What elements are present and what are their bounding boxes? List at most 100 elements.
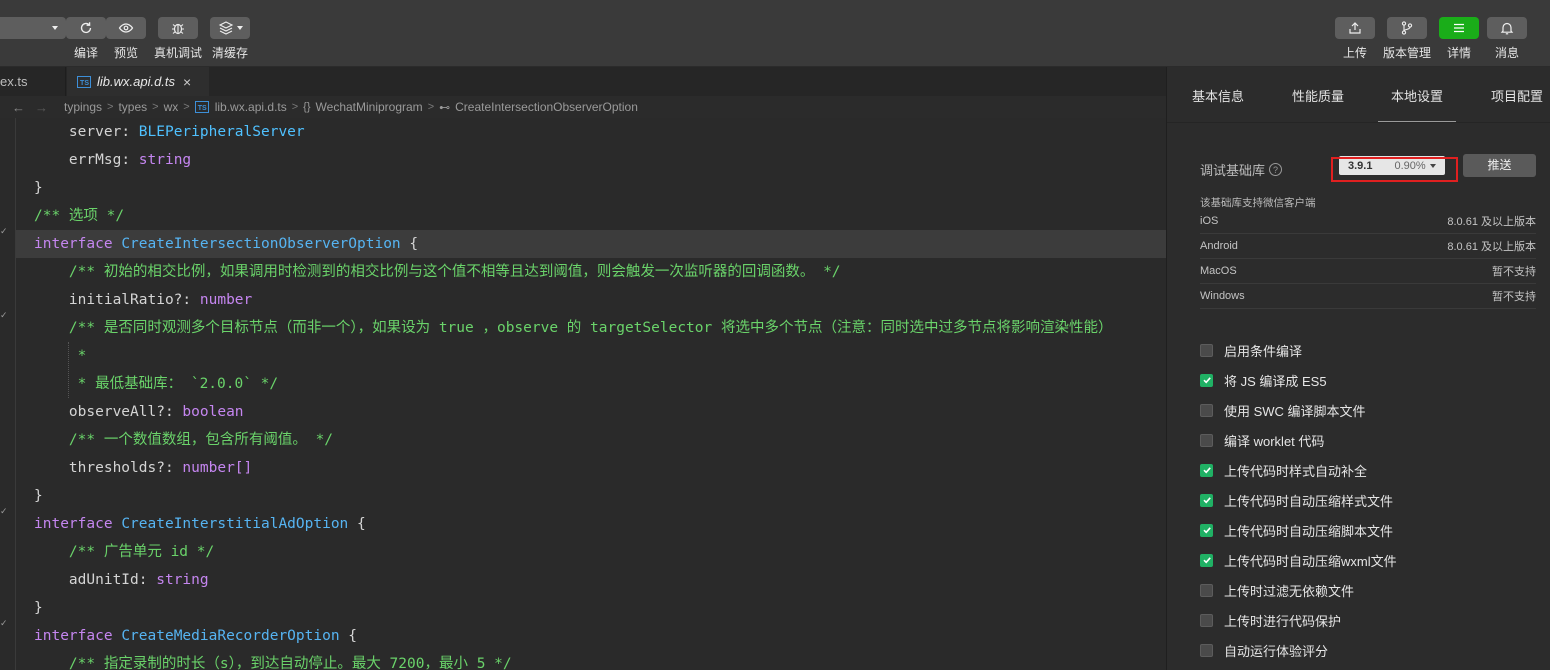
code-line[interactable]: /** 一个数值数组，包含所有阈值。 */ <box>16 426 1166 454</box>
check-icon <box>1202 497 1211 504</box>
code-line[interactable]: interface CreateIntersectionObserverOpti… <box>16 230 1166 258</box>
messages-label: 消息 <box>1494 46 1519 60</box>
upload-button[interactable] <box>1335 17 1375 39</box>
code-line[interactable]: /** 是否同时观测多个目标节点（而非一个），如果设为 true ，observ… <box>16 314 1166 342</box>
upload-label: 上传 <box>1342 46 1367 60</box>
preview-button[interactable] <box>106 17 146 39</box>
code-line[interactable]: interface CreateMediaRecorderOption { <box>16 622 1166 650</box>
code-editor[interactable]: ✓ ✓ ✓ ✓ server: BLEPeripheralServer errM… <box>0 118 1166 670</box>
details-button[interactable] <box>1439 17 1479 39</box>
clear-cache-label: 清缓存 <box>211 46 248 60</box>
version-manage-button[interactable] <box>1387 17 1427 39</box>
chevron-down-icon <box>52 26 58 30</box>
messages-button[interactable] <box>1487 17 1527 39</box>
tab-project-config[interactable]: 项目配置 <box>1491 67 1543 122</box>
version-manage-label: 版本管理 <box>1382 46 1431 60</box>
code-line[interactable]: } <box>16 594 1166 622</box>
checkbox-checked[interactable] <box>1200 373 1213 387</box>
code-line[interactable]: } <box>16 174 1166 202</box>
chevron-right-icon: > <box>107 101 114 113</box>
help-icon[interactable]: ? <box>1269 163 1283 176</box>
close-icon[interactable]: × <box>183 74 191 90</box>
option-label: 将 JS 编译成 ES5 <box>1224 373 1327 389</box>
code-line[interactable]: observeAll?: boolean <box>16 398 1166 426</box>
checkbox-unchecked[interactable] <box>1200 643 1213 657</box>
chevron-right-icon: > <box>152 101 159 113</box>
breadcrumb-item[interactable]: wx <box>164 100 179 114</box>
checkbox-unchecked[interactable] <box>1200 583 1213 597</box>
code-line[interactable]: /** 选项 */ <box>16 202 1166 230</box>
back-arrow-icon[interactable]: ← <box>12 100 25 115</box>
layers-icon <box>218 21 233 35</box>
checkbox-unchecked[interactable] <box>1200 403 1213 417</box>
bell-icon <box>1500 22 1514 35</box>
code-line[interactable]: thresholds?: number[] <box>16 454 1166 482</box>
code-line[interactable]: /** 广告单元 id */ <box>16 538 1166 566</box>
option-row[interactable]: 自动运行体验评分 <box>1200 641 1328 659</box>
breadcrumb-item[interactable]: lib.wx.api.d.ts <box>215 100 287 114</box>
checkbox-unchecked[interactable] <box>1200 343 1213 357</box>
checkbox-unchecked[interactable] <box>1200 433 1213 447</box>
interface-icon: ⊷ <box>439 101 451 114</box>
code-line[interactable]: * <box>16 342 1166 370</box>
eye-icon <box>118 23 134 33</box>
forward-arrow-icon[interactable]: → <box>35 100 48 115</box>
code-line[interactable]: } <box>16 482 1166 510</box>
chevron-right-icon: > <box>291 101 299 113</box>
code-line[interactable]: server: BLEPeripheralServer <box>16 118 1166 146</box>
branch-icon <box>1401 21 1413 35</box>
breadcrumb-item[interactable]: types <box>118 100 147 114</box>
option-row[interactable]: 上传代码时自动压缩脚本文件 <box>1200 521 1393 539</box>
code-line[interactable]: interface CreateInterstitialAdOption { <box>16 510 1166 538</box>
breadcrumb-item[interactable]: WechatMiniprogram <box>316 100 423 114</box>
support-row: iOS 8.0.61 及以上版本 <box>1200 209 1536 234</box>
fold-icon[interactable]: ✓ <box>0 310 8 321</box>
support-value: 8.0.61 及以上版本 <box>1447 216 1536 228</box>
option-row[interactable]: 上传代码时自动压缩样式文件 <box>1200 491 1393 509</box>
option-row[interactable]: 启用条件编译 <box>1200 341 1302 359</box>
option-row[interactable]: 将 JS 编译成 ES5 <box>1200 371 1327 389</box>
debug-lib-text: 调试基础库 <box>1200 163 1266 178</box>
fold-icon[interactable]: ✓ <box>0 506 8 517</box>
checkbox-checked[interactable] <box>1200 493 1213 507</box>
push-button[interactable]: 推送 <box>1463 154 1536 177</box>
code-line[interactable]: /** 初始的相交比例，如果调用时检测到的相交比例与这个值不相等且达到阈值，则会… <box>16 258 1166 286</box>
option-row[interactable]: 上传代码时样式自动补全 <box>1200 461 1367 479</box>
code-line[interactable]: adUnitId: string <box>16 566 1166 594</box>
breadcrumb-item[interactable]: typings <box>64 100 102 114</box>
option-row[interactable]: 编译 worklet 代码 <box>1200 431 1324 449</box>
top-toolbar: 编译 预览 真机调试 清缓存 上传 版本管理 详情 消息 <box>0 0 1550 67</box>
check-icon <box>1202 377 1211 384</box>
breadcrumb-item[interactable]: CreateIntersectionObserverOption <box>455 100 638 114</box>
option-label: 编译 worklet 代码 <box>1224 433 1325 449</box>
remote-debug-button[interactable] <box>158 17 198 39</box>
support-row: Android 8.0.61 及以上版本 <box>1200 234 1536 259</box>
code-line[interactable]: initialRatio?: number <box>16 286 1166 314</box>
compile-mode-select[interactable] <box>0 17 66 39</box>
fold-icon[interactable]: ✓ <box>0 226 8 237</box>
option-row[interactable]: 上传时过滤无依赖文件 <box>1200 581 1354 599</box>
tab-label: ex.ts <box>0 74 28 89</box>
code-line[interactable]: * 最低基础库： `2.0.0` */ <box>16 370 1166 398</box>
checkbox-unchecked[interactable] <box>1200 613 1213 627</box>
tab-performance[interactable]: 性能质量 <box>1292 67 1344 122</box>
checkbox-checked[interactable] <box>1200 523 1213 537</box>
checkbox-checked[interactable] <box>1200 553 1213 567</box>
code-line[interactable]: /** 指定录制的时长（s），到达自动停止。最大 7200，最小 5 */ <box>16 650 1166 670</box>
tab-lib-wx-api[interactable]: TS lib.wx.api.d.ts × <box>67 67 209 96</box>
breadcrumb: ← → typings > types > wx > TS lib.wx.api… <box>0 96 1166 118</box>
compile-button[interactable] <box>66 17 106 39</box>
highlight-box <box>1331 157 1458 182</box>
checkbox-checked[interactable] <box>1200 463 1213 477</box>
fold-icon[interactable]: ✓ <box>0 618 8 629</box>
option-row[interactable]: 使用 SWC 编译脚本文件 <box>1200 401 1366 419</box>
option-label: 上传代码时自动压缩样式文件 <box>1224 493 1394 509</box>
option-row[interactable]: 上传时进行代码保护 <box>1200 611 1341 629</box>
tab-index-ts[interactable]: ex.ts <box>0 67 66 96</box>
option-row[interactable]: 上传代码时自动压缩wxml文件 <box>1200 551 1397 569</box>
tab-local-settings[interactable]: 本地设置 <box>1377 67 1457 122</box>
code-line[interactable]: errMsg: string <box>16 146 1166 174</box>
check-icon <box>1202 467 1211 474</box>
clear-cache-button[interactable] <box>210 17 250 39</box>
tab-basic-info[interactable]: 基本信息 <box>1192 67 1244 122</box>
